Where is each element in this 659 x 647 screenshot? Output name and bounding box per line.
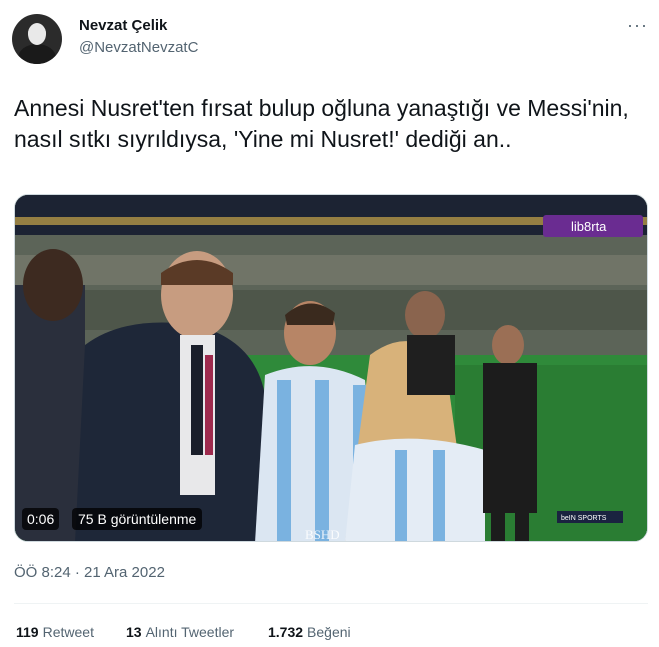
video-frame: lib8rta BSHD beIN SPORTS xyxy=(15,195,647,542)
author-handle[interactable]: @NevzatNevzatC xyxy=(79,39,198,56)
likes-label: Beğeni xyxy=(307,624,351,640)
retweets-label: Retweet xyxy=(42,624,94,640)
video-watermark: BSHD xyxy=(305,527,340,542)
retweets-count: 119 xyxy=(16,624,39,640)
tweet-timestamp[interactable]: ÖÖ 8:24 · 21 Ara 2022 xyxy=(14,564,165,581)
likes-count: 1.732 xyxy=(268,624,304,640)
author-display-name[interactable]: Nevzat Çelik xyxy=(79,17,167,34)
more-options-icon[interactable]: ··· xyxy=(627,16,648,34)
video-player[interactable]: lib8rta BSHD beIN SPORTS xyxy=(14,194,648,542)
likes-stat[interactable]: 1.732 Beğeni xyxy=(268,624,351,640)
quotes-count: 13 xyxy=(126,624,142,640)
quotes-label: Alıntı Tweetler xyxy=(145,624,235,640)
avatar[interactable] xyxy=(12,14,62,64)
retweets-stat[interactable]: 119 Retweet xyxy=(16,624,94,640)
tweet-text: Annesi Nusret'ten fırsat bulup oğluna ya… xyxy=(14,95,629,152)
scoreboard-bug-text: beIN SPORTS xyxy=(561,515,607,522)
channel-logo-text: lib8rta xyxy=(571,219,607,234)
quote-tweets-stat[interactable]: 13 Alıntı Tweetler xyxy=(126,624,234,640)
avatar-head xyxy=(28,23,46,45)
avatar-shoulders xyxy=(18,44,56,64)
divider xyxy=(14,603,648,604)
video-views-badge: 75 B görüntülenme xyxy=(72,508,203,530)
video-duration-badge: 0:06 xyxy=(22,508,60,530)
